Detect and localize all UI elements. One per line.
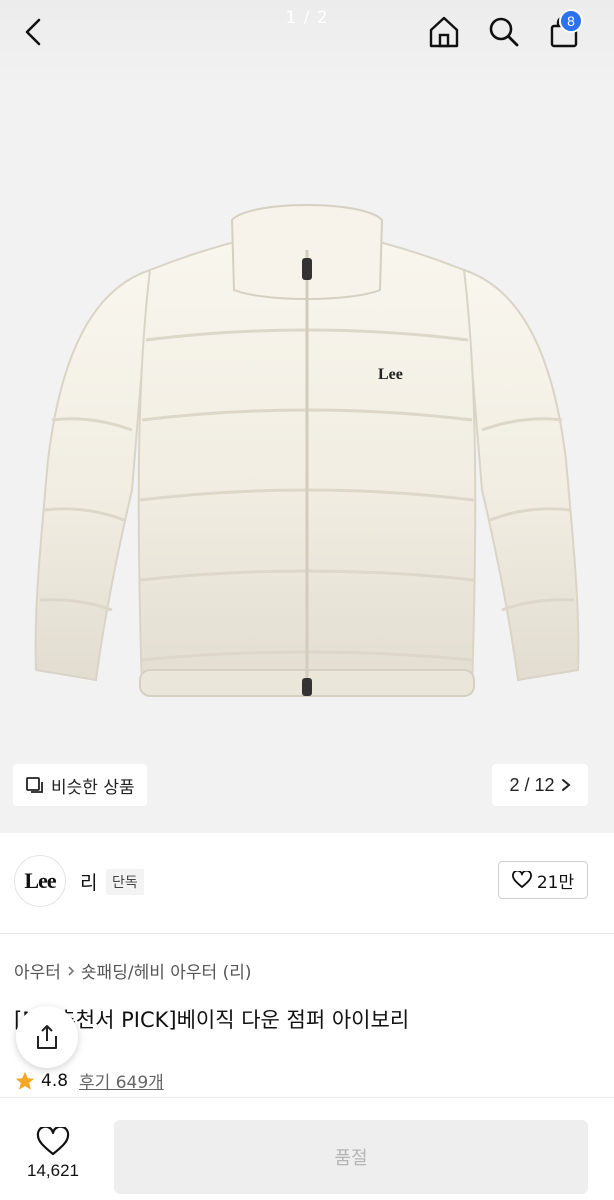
breadcrumb-category[interactable]: 아우터 bbox=[14, 958, 61, 983]
share-button[interactable] bbox=[16, 1006, 78, 1068]
brand-row: Lee 리 단독 21만 bbox=[0, 833, 614, 933]
breadcrumb-subcategory[interactable]: 숏패딩/헤비 아우터 (리) bbox=[81, 958, 252, 983]
wishlist-button[interactable]: 14,621 bbox=[14, 1122, 92, 1186]
heart-icon bbox=[36, 1127, 70, 1156]
brand-like-button[interactable]: 21만 bbox=[498, 861, 588, 899]
product-photo bbox=[34, 204, 580, 697]
search-button[interactable] bbox=[484, 12, 524, 52]
sold-out-button[interactable]: 품절 bbox=[114, 1120, 588, 1194]
cart-button[interactable]: 8 bbox=[544, 9, 584, 52]
image-counter-text: 2 / 12 bbox=[509, 774, 555, 795]
home-icon bbox=[429, 16, 459, 48]
chevron-right-icon bbox=[561, 779, 571, 791]
similar-products-label: 비슷한 상품 bbox=[51, 777, 135, 798]
bottom-action-bar: 14,621 품절 bbox=[0, 1097, 614, 1200]
brand-like-count: 21만 bbox=[536, 872, 575, 893]
rating-value: 4.8 bbox=[41, 1070, 69, 1091]
product-image-area[interactable]: Lee 1 / 2 8 비슷한 상품 2 / 12 bbox=[0, 0, 614, 833]
breadcrumb: 아우터 숏패딩/헤비 아우터 (리) bbox=[14, 958, 251, 983]
review-count-link[interactable]: 후기 649개 bbox=[79, 1068, 164, 1093]
search-icon bbox=[489, 17, 519, 47]
rating-row: 4.8 후기 649개 bbox=[14, 1068, 164, 1093]
exclusive-badge: 단독 bbox=[106, 869, 144, 895]
similar-items-icon bbox=[26, 777, 43, 793]
similar-products-button[interactable]: 비슷한 상품 bbox=[13, 764, 147, 806]
chevron-right-icon bbox=[68, 965, 75, 976]
section-divider bbox=[0, 933, 614, 934]
wishlist-count: 14,621 bbox=[27, 1161, 79, 1180]
image-counter-button[interactable]: 2 / 12 bbox=[492, 764, 588, 806]
share-icon bbox=[37, 1025, 57, 1049]
star-icon bbox=[15, 1071, 35, 1090]
heart-icon bbox=[511, 871, 532, 888]
brand-mark-on-jacket: Lee bbox=[378, 366, 403, 383]
top-navigation-bar: 1 / 2 8 bbox=[0, 0, 614, 66]
cart-count-badge: 8 bbox=[559, 9, 583, 33]
brand-name-link[interactable]: 리 bbox=[80, 868, 97, 895]
brand-logo[interactable]: Lee bbox=[14, 855, 66, 907]
brand-logo-text: Lee bbox=[24, 868, 56, 893]
home-button[interactable] bbox=[424, 12, 464, 52]
